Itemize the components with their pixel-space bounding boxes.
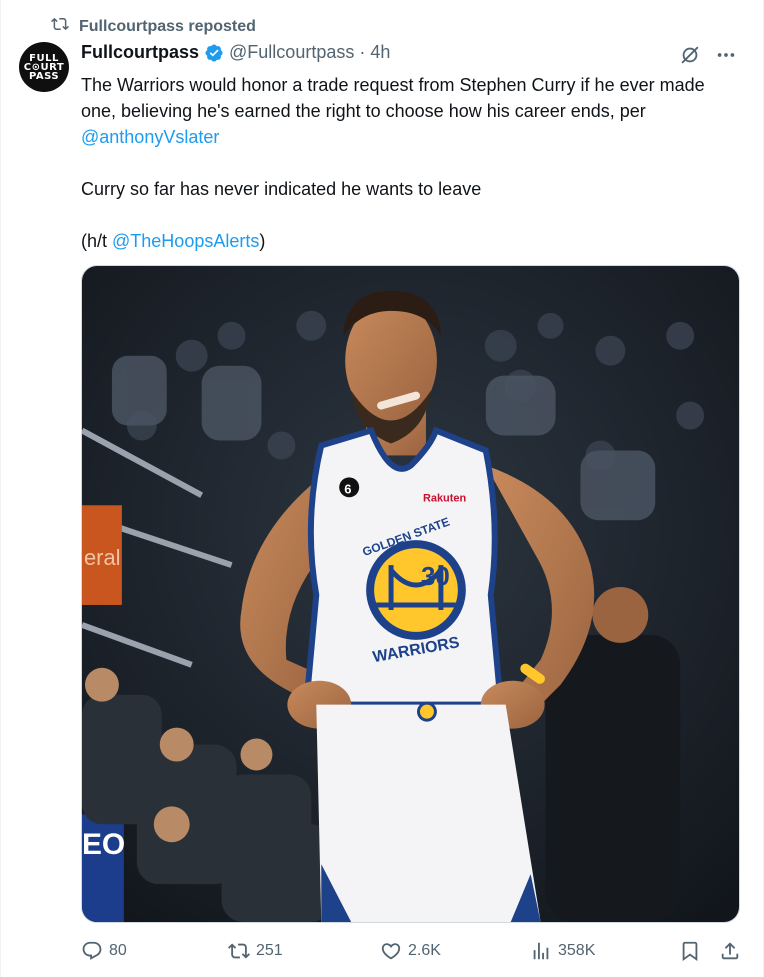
tweet-text: The Warriors would honor a trade request… — [81, 72, 741, 254]
views-icon — [530, 940, 552, 962]
share-button[interactable] — [719, 940, 741, 962]
board-text: eral — [84, 545, 121, 570]
like-button[interactable]: 2.6K — [380, 940, 441, 962]
views-button[interactable]: 358K — [530, 940, 595, 962]
more-options-icon[interactable] — [715, 44, 737, 66]
bookmark-icon — [679, 940, 701, 962]
hat-tip-open: (h/t — [81, 231, 113, 251]
tweet-timestamp[interactable]: 4h — [370, 42, 390, 63]
player-photo: eral EO 6 Rakuten GOLDEN STATE 30 WARRIO… — [82, 266, 739, 922]
author-name[interactable]: Fullcourtpass — [81, 42, 199, 63]
header-separator: · — [359, 42, 366, 62]
verified-badge-icon[interactable] — [204, 43, 224, 63]
tweet-top-actions — [679, 44, 737, 66]
bookmark-button[interactable] — [679, 940, 701, 962]
tweet-paragraph-2: Curry so far has never indicated he want… — [81, 179, 482, 199]
repost-icon — [228, 940, 250, 962]
avatar-logo: FULL C⊙URT PASS — [23, 52, 65, 82]
tweet-paragraph-1: The Warriors would honor a trade request… — [81, 72, 741, 150]
repost-indicator[interactable]: Fullcourtpass reposted — [51, 15, 256, 38]
share-icon — [719, 940, 741, 962]
tweet-action-bar: 80 251 2.6K 358K — [81, 940, 741, 966]
tweet-image[interactable]: eral EO 6 Rakuten GOLDEN STATE 30 WARRIO… — [81, 265, 740, 923]
board2-text: EO — [82, 828, 125, 861]
jersey-number: 30 — [421, 563, 450, 591]
repost-label: Fullcourtpass reposted — [79, 17, 256, 35]
hat-tip-close: ) — [259, 231, 266, 251]
tweet-paragraph-3: (h/t @TheHoopsAlerts) — [81, 228, 741, 254]
heart-icon — [380, 940, 402, 962]
patch-number: 6 — [344, 481, 351, 496]
mention-link[interactable]: @anthonyVslater — [81, 127, 219, 147]
reply-icon — [81, 940, 103, 962]
repost-count: 251 — [256, 942, 283, 959]
reply-count: 80 — [109, 942, 127, 959]
tweet-card[interactable]: Fullcourtpass reposted FULL C⊙URT PASS Ful… — [0, 0, 764, 977]
tweet-line-1: The Warriors would honor a trade request… — [81, 75, 705, 121]
tweet-header: Fullcourtpass @Fullcourtpass · 4h — [81, 42, 390, 63]
jersey-sponsor: Rakuten — [423, 492, 467, 504]
mention-link[interactable]: @TheHoopsAlerts — [112, 231, 259, 251]
grok-icon[interactable] — [679, 44, 701, 66]
reply-button[interactable]: 80 — [81, 940, 127, 962]
author-handle[interactable]: @Fullcourtpass — [229, 42, 354, 63]
repost-icon — [51, 15, 69, 38]
views-count: 358K — [558, 942, 596, 959]
like-count: 2.6K — [408, 942, 441, 959]
repost-button[interactable]: 251 — [228, 940, 283, 962]
avatar[interactable]: FULL C⊙URT PASS — [19, 42, 69, 92]
